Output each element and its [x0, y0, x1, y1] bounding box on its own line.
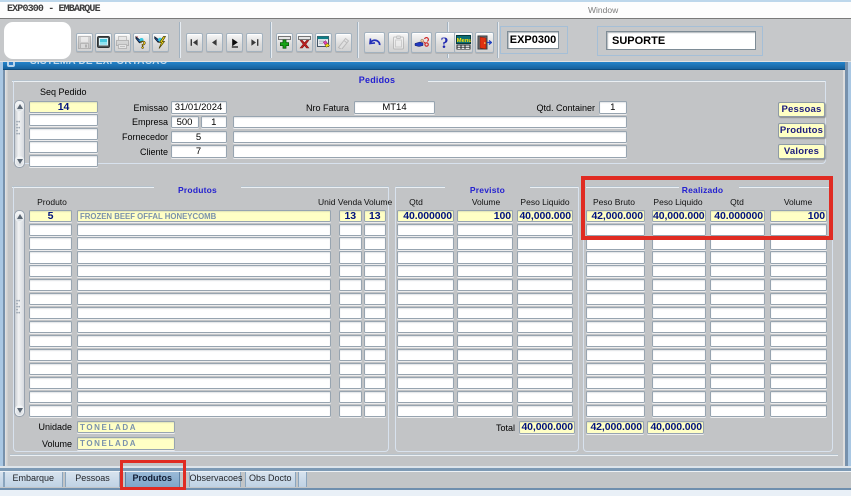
svg-text:?: ?	[140, 38, 146, 50]
svg-text:Menu: Menu	[456, 38, 470, 44]
svg-text:?: ?	[440, 35, 448, 50]
